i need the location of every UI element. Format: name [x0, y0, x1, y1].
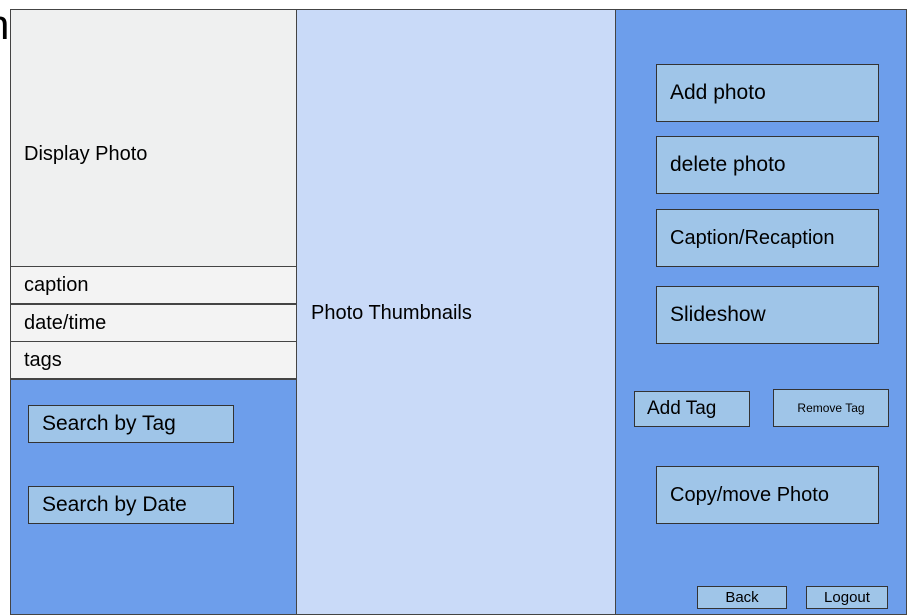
- search-panel: Search by Tag Search by Date: [10, 379, 297, 615]
- back-button[interactable]: Back: [697, 586, 787, 609]
- tags-field[interactable]: tags: [10, 341, 297, 379]
- photo-thumbnails-panel[interactable]: Photo Thumbnails: [296, 9, 616, 615]
- display-photo-label: Display Photo: [24, 143, 148, 165]
- remove-tag-button[interactable]: Remove Tag: [773, 389, 889, 427]
- datetime-label: date/time: [24, 311, 107, 334]
- copy-move-photo-label: Copy/move Photo: [670, 483, 829, 506]
- add-photo-button[interactable]: Add photo: [656, 64, 879, 122]
- caption-field[interactable]: caption: [10, 266, 297, 304]
- delete-photo-button[interactable]: delete photo: [656, 136, 879, 194]
- caption-label: caption: [24, 273, 89, 296]
- partial-heading-glyph: n: [0, 4, 9, 46]
- caption-recaption-label: Caption/Recaption: [670, 226, 835, 249]
- copy-move-photo-button[interactable]: Copy/move Photo: [656, 466, 879, 524]
- photo-thumbnails-label: Photo Thumbnails: [311, 302, 472, 324]
- remove-tag-label: Remove Tag: [797, 401, 865, 415]
- slideshow-label: Slideshow: [670, 303, 766, 326]
- logout-button[interactable]: Logout: [806, 586, 888, 609]
- actions-panel: Add photo delete photo Caption/Recaption…: [615, 9, 907, 615]
- add-photo-label: Add photo: [670, 81, 766, 104]
- datetime-field[interactable]: date/time: [10, 304, 297, 342]
- search-by-tag-label: Search by Tag: [42, 412, 176, 435]
- slideshow-button[interactable]: Slideshow: [656, 286, 879, 344]
- add-tag-button[interactable]: Add Tag: [634, 391, 750, 427]
- back-label: Back: [725, 589, 759, 606]
- tags-label: tags: [24, 348, 62, 371]
- search-by-date-button[interactable]: Search by Date: [28, 486, 234, 524]
- logout-label: Logout: [824, 589, 870, 606]
- add-tag-label: Add Tag: [647, 398, 717, 419]
- delete-photo-label: delete photo: [670, 153, 786, 176]
- search-by-tag-button[interactable]: Search by Tag: [28, 405, 234, 443]
- caption-recaption-button[interactable]: Caption/Recaption: [656, 209, 879, 267]
- search-by-date-label: Search by Date: [42, 493, 187, 516]
- display-photo: Display Photo: [10, 9, 297, 267]
